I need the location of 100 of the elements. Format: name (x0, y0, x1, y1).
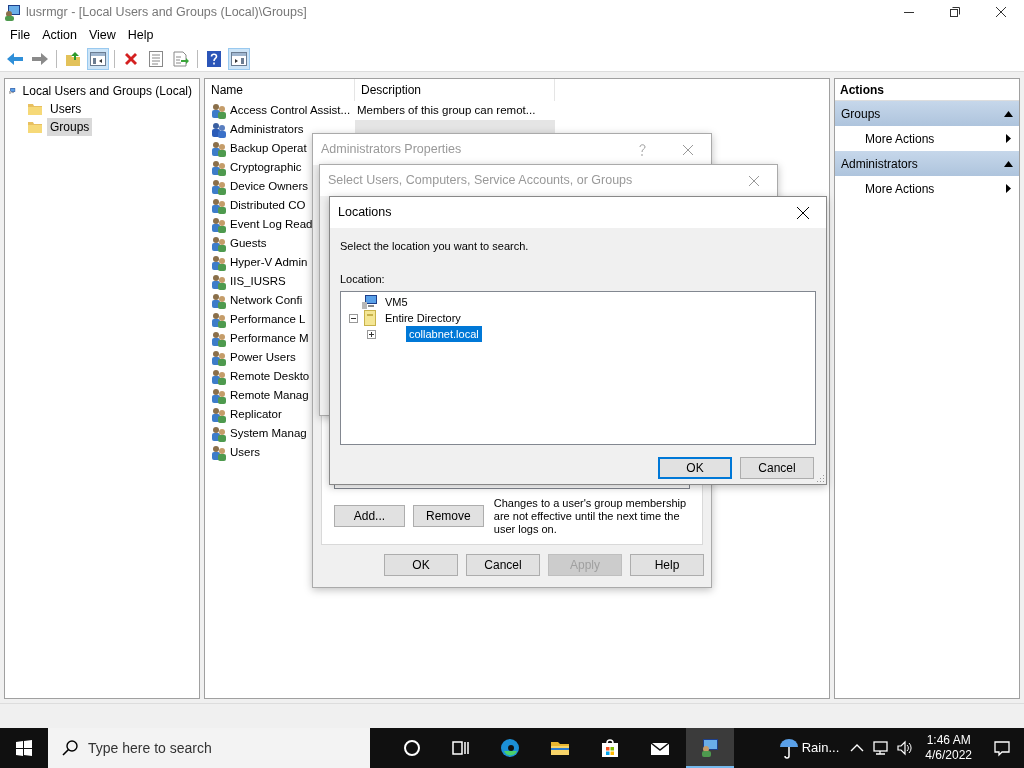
users-icon (211, 235, 227, 252)
dialog-button[interactable]: Add... (334, 505, 405, 527)
group-name[interactable]: Performance M (228, 329, 309, 348)
column-header[interactable]: Name (205, 78, 355, 101)
group-name[interactable]: Remote Deskto (228, 367, 310, 386)
directory-icon (362, 309, 378, 327)
section-title: Groups (841, 105, 881, 123)
group-name[interactable]: Network Confi (228, 291, 303, 310)
group-name[interactable]: Cryptographic (228, 158, 302, 177)
close-icon (682, 143, 694, 156)
group-name[interactable]: Remote Manag (228, 386, 309, 405)
dialog-title: Administrators Properties (321, 141, 462, 159)
umbrella-icon (778, 737, 799, 759)
dialog-button[interactable]: Cancel (466, 554, 540, 576)
action-item[interactable]: More Actions (835, 176, 1019, 201)
tree-item[interactable]: Users (47, 100, 85, 118)
search-field[interactable]: Type here to search (48, 728, 370, 768)
menu-item[interactable]: View (82, 23, 122, 47)
cortana-icon (402, 738, 422, 758)
users-icon (211, 444, 227, 461)
tree-item[interactable]: Local Users and Groups (Local) (19, 82, 195, 100)
users-icon (211, 406, 227, 423)
clock-date: 4/6/2022 (925, 748, 972, 763)
expand-icon[interactable] (367, 329, 376, 339)
search-icon (62, 740, 78, 756)
users-icon (211, 387, 227, 404)
menu-item[interactable]: File (4, 23, 37, 47)
group-name[interactable]: IIS_IUSRS (228, 272, 286, 291)
group-name[interactable]: Power Users (228, 348, 296, 367)
action-label: More Actions (865, 130, 935, 148)
users-icon (211, 349, 227, 366)
action-item[interactable]: More Actions (835, 126, 1019, 151)
group-name[interactable]: Guests (228, 234, 267, 253)
close-icon (796, 205, 810, 220)
clock-button[interactable]: 1:46 AM 4/6/2022 (917, 728, 980, 768)
tree-item[interactable]: Entire Directory (382, 309, 464, 327)
tree-item[interactable]: VM5 (382, 293, 411, 311)
tree-item[interactable]: Groups (47, 118, 93, 136)
section-header[interactable]: Administrators (835, 151, 1019, 176)
group-name[interactable]: Administrators (228, 120, 304, 139)
weather-button[interactable]: Rain... (772, 728, 846, 768)
folder-icon (27, 119, 43, 135)
users-icon (211, 197, 227, 214)
collapse-icon[interactable] (1004, 160, 1013, 167)
submenu-arrow-icon (1006, 134, 1011, 143)
group-name[interactable]: Users (228, 443, 261, 462)
clock-time: 1:46 AM (926, 733, 971, 748)
collapse-icon[interactable] (1004, 110, 1013, 117)
action-label: More Actions (865, 180, 935, 198)
users-icon (211, 292, 227, 309)
section-header[interactable]: Groups (835, 101, 1019, 126)
section-title: Administrators (841, 155, 918, 173)
group-name[interactable]: Device Owners (228, 177, 308, 196)
group-name[interactable]: System Manag (228, 424, 307, 443)
computer-icon (362, 294, 378, 310)
network-icon (872, 739, 891, 757)
column-header[interactable]: Description (355, 78, 555, 101)
group-name[interactable]: Performance L (228, 310, 306, 329)
resize-grip-icon[interactable] (815, 473, 825, 483)
group-name[interactable]: Backup Operat (228, 139, 307, 158)
dialog-button[interactable]: OK (658, 457, 732, 479)
info-text: Changes to a user's group membership are not effective until the next time the user logs on. (493, 497, 688, 536)
help-icon (637, 142, 647, 157)
group-name[interactable]: Distributed CO (228, 196, 306, 215)
dialog-button[interactable]: Remove (412, 505, 484, 527)
users-icon (211, 140, 227, 157)
menu-item[interactable]: Action (36, 23, 83, 47)
weather-text: Rain... (801, 739, 840, 758)
dialog-title: Select Users, Computers, Service Accounts, or Groups (328, 172, 633, 190)
computer-icon (700, 737, 720, 757)
users-icon (211, 216, 227, 233)
users-icon (211, 159, 227, 176)
collapse-icon[interactable] (349, 313, 358, 323)
users-icon (211, 121, 227, 138)
restore-icon (950, 7, 960, 17)
task-view-icon (450, 738, 470, 758)
instruction-text: Select the location you want to search. (340, 239, 530, 254)
notification-icon (993, 739, 1011, 757)
dialog-button[interactable]: Cancel (740, 457, 814, 479)
group-name[interactable]: Hyper-V Admin (228, 253, 308, 272)
tree-item[interactable]: collabnet.local (406, 325, 482, 343)
dialog-button[interactable]: Help (630, 554, 704, 576)
group-name[interactable]: Access Control Assist... (228, 101, 351, 120)
group-description: Members of this group can remot... (356, 102, 537, 118)
dialog-title: Locations (338, 204, 392, 222)
group-name[interactable]: Event Log Read (228, 215, 313, 234)
store-icon (600, 738, 620, 758)
users-icon (211, 178, 227, 195)
group-name[interactable]: Replicator (228, 405, 282, 424)
users-icon (211, 254, 227, 271)
close-icon (996, 7, 1006, 17)
users-icon (211, 425, 227, 442)
users-icon (211, 368, 227, 385)
edge-icon (500, 738, 520, 758)
users-icon (211, 273, 227, 290)
menu-item[interactable]: Help (121, 23, 160, 47)
close-icon (748, 174, 760, 187)
users-icon (211, 311, 227, 328)
dialog-button[interactable]: OK (384, 554, 458, 576)
folder-icon (27, 101, 43, 117)
